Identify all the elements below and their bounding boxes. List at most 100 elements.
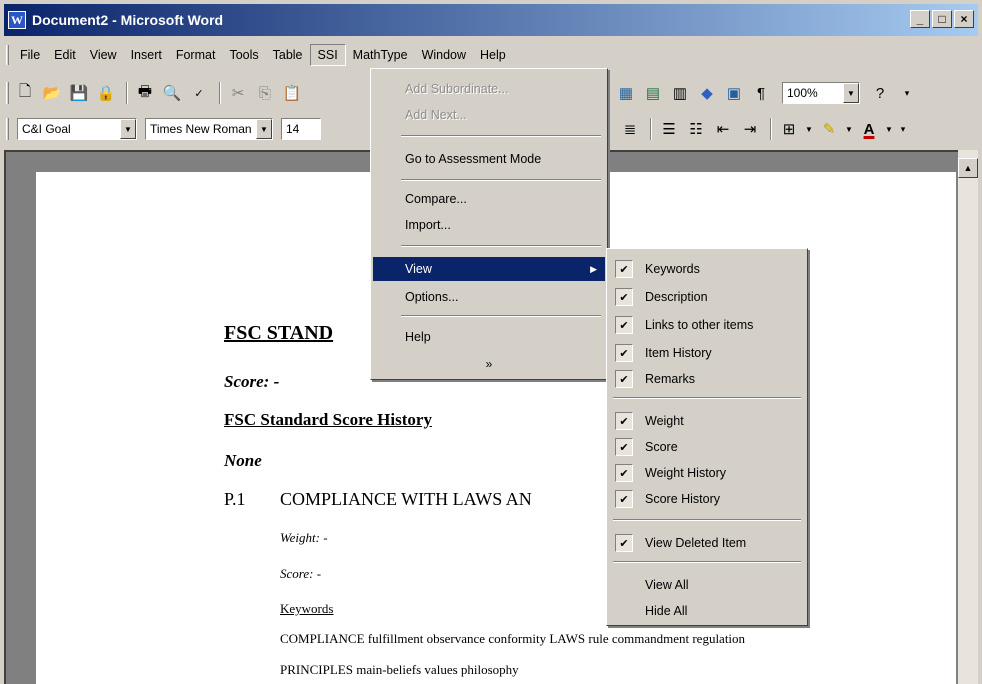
word-app-icon[interactable]: W: [8, 11, 26, 29]
checkmark-icon: ✔: [615, 370, 633, 388]
toolbar-separator: [126, 82, 128, 104]
copy-icon[interactable]: ⎘: [253, 81, 277, 105]
score-history-heading: FSC Standard Score History: [224, 410, 432, 429]
toolbar-options-icon[interactable]: ▾: [895, 81, 919, 105]
new-document-icon[interactable]: 🗋: [13, 81, 37, 105]
view-description[interactable]: ✔ Description: [609, 285, 805, 309]
menu-mathtype[interactable]: MathType: [346, 45, 415, 65]
view-submenu: ✔ Keywords ✔ Description ✔ Links to othe…: [606, 248, 808, 626]
insert-excel-icon[interactable]: ▤: [641, 81, 665, 105]
view-links[interactable]: ✔ Links to other items: [609, 313, 805, 337]
view-weight-history-label: Weight History: [645, 466, 727, 480]
weight-line: Weight: -: [280, 530, 328, 545]
bullets-icon[interactable]: ☷: [684, 117, 708, 141]
menu-file[interactable]: File: [13, 45, 47, 65]
menu-separator: [401, 315, 601, 317]
save-icon[interactable]: 💾: [67, 81, 91, 105]
columns-icon[interactable]: ▥: [668, 81, 692, 105]
menu-import[interactable]: Import...: [373, 213, 605, 237]
zoom-select[interactable]: 100% ▼: [782, 82, 860, 104]
style-select[interactable]: C&I Goal ▼: [17, 118, 137, 140]
menu-go-to-assessment-mode[interactable]: Go to Assessment Mode: [373, 147, 605, 171]
menu-options[interactable]: Options...: [373, 285, 605, 309]
close-button[interactable]: ×: [954, 10, 974, 28]
font-color-icon[interactable]: A: [857, 117, 881, 141]
menu-table[interactable]: Table: [266, 45, 310, 65]
open-folder-icon[interactable]: 📂: [40, 81, 64, 105]
title-bar: W Document2 - Microsoft Word _ □ ×: [4, 4, 978, 36]
menu-view[interactable]: View: [83, 45, 124, 65]
checkmark-icon: ✔: [615, 260, 633, 278]
menu-window[interactable]: Window: [415, 45, 473, 65]
menu-help-item[interactable]: Help: [373, 325, 605, 349]
menu-view-submenu[interactable]: View ▶: [373, 257, 605, 281]
chevron-down-icon[interactable]: ▼: [843, 83, 859, 103]
hide-all[interactable]: Hide All: [609, 599, 805, 623]
toolbar-grip[interactable]: [6, 82, 9, 104]
increase-indent-icon[interactable]: ⇥: [738, 117, 762, 141]
toolbar-options-icon[interactable]: ▾: [897, 117, 909, 141]
menu-edit[interactable]: Edit: [47, 45, 83, 65]
print-preview-icon[interactable]: 🔍: [160, 81, 184, 105]
menu-insert[interactable]: Insert: [124, 45, 169, 65]
view-item-history[interactable]: ✔ Item History: [609, 341, 805, 365]
permission-icon[interactable]: 🔒: [94, 81, 118, 105]
view-deleted-item[interactable]: ✔ View Deleted Item: [609, 531, 805, 555]
view-item-history-label: Item History: [645, 346, 712, 360]
view-keywords[interactable]: ✔ Keywords: [609, 257, 805, 281]
justify-icon[interactable]: ≣: [618, 117, 642, 141]
paste-icon[interactable]: 📋: [280, 81, 304, 105]
window-title: Document2 - Microsoft Word: [32, 12, 224, 28]
font-size-select[interactable]: 14: [281, 118, 321, 140]
view-weight[interactable]: ✔ Weight: [609, 409, 805, 433]
view-weight-history[interactable]: ✔ Weight History: [609, 461, 805, 485]
vertical-scrollbar[interactable]: ▲: [958, 150, 978, 684]
keywords-label: Keywords: [280, 601, 334, 616]
document-map-icon[interactable]: ▣: [722, 81, 746, 105]
menu-add-next[interactable]: Add Next...: [373, 103, 605, 127]
chevron-down-icon[interactable]: ▼: [804, 117, 814, 141]
checkmark-icon: ✔: [615, 288, 633, 306]
menu-separator: [613, 397, 801, 399]
office-assistant-icon[interactable]: ?: [868, 81, 892, 105]
menu-help[interactable]: Help: [473, 45, 513, 65]
view-remarks[interactable]: ✔ Remarks: [609, 367, 805, 391]
checkmark-icon: ✔: [615, 534, 633, 552]
decrease-indent-icon[interactable]: ⇤: [711, 117, 735, 141]
insert-table-icon[interactable]: ▦: [614, 81, 638, 105]
highlight-icon[interactable]: ✎: [817, 117, 841, 141]
menu-ssi[interactable]: SSI: [309, 44, 346, 66]
borders-icon[interactable]: ⊞: [777, 117, 801, 141]
menu-format[interactable]: Format: [169, 45, 223, 65]
checkmark-icon: ✔: [615, 344, 633, 362]
toolbar-grip[interactable]: [6, 118, 9, 140]
maximize-button[interactable]: □: [932, 10, 952, 28]
menu-compare[interactable]: Compare...: [373, 187, 605, 211]
menubar-grip[interactable]: [6, 45, 9, 65]
chevron-down-icon[interactable]: ▼: [256, 119, 272, 139]
principle-title: COMPLIANCE WITH LAWS AN: [280, 489, 532, 509]
font-select[interactable]: Times New Roman ▼: [145, 118, 273, 140]
scroll-up-icon[interactable]: ▲: [958, 158, 978, 178]
minimize-button[interactable]: _: [910, 10, 930, 28]
show-formatting-icon[interactable]: ¶: [749, 81, 773, 105]
menu-separator: [401, 135, 601, 137]
cut-icon[interactable]: ✂: [226, 81, 250, 105]
menu-tools[interactable]: Tools: [222, 45, 265, 65]
numbering-icon[interactable]: ☰: [657, 117, 681, 141]
view-score[interactable]: ✔ Score: [609, 435, 805, 459]
chevron-down-icon[interactable]: ▼: [844, 117, 854, 141]
view-score-history[interactable]: ✔ Score History: [609, 487, 805, 511]
expand-menu-icon[interactable]: »: [371, 357, 607, 371]
spelling-icon[interactable]: ✓: [187, 81, 211, 105]
drawing-icon[interactable]: ◆: [695, 81, 719, 105]
print-icon[interactable]: 🖶: [133, 81, 157, 105]
menu-separator: [613, 561, 801, 563]
checkmark-icon: ✔: [615, 490, 633, 508]
chevron-down-icon[interactable]: ▼: [120, 119, 136, 139]
menu-add-subordinate[interactable]: Add Subordinate...: [373, 77, 605, 101]
menu-bar: File Edit View Insert Format Tools Table…: [4, 42, 978, 68]
view-all[interactable]: View All: [609, 573, 805, 597]
chevron-down-icon[interactable]: ▼: [884, 117, 894, 141]
submenu-arrow-icon: ▶: [590, 263, 597, 274]
